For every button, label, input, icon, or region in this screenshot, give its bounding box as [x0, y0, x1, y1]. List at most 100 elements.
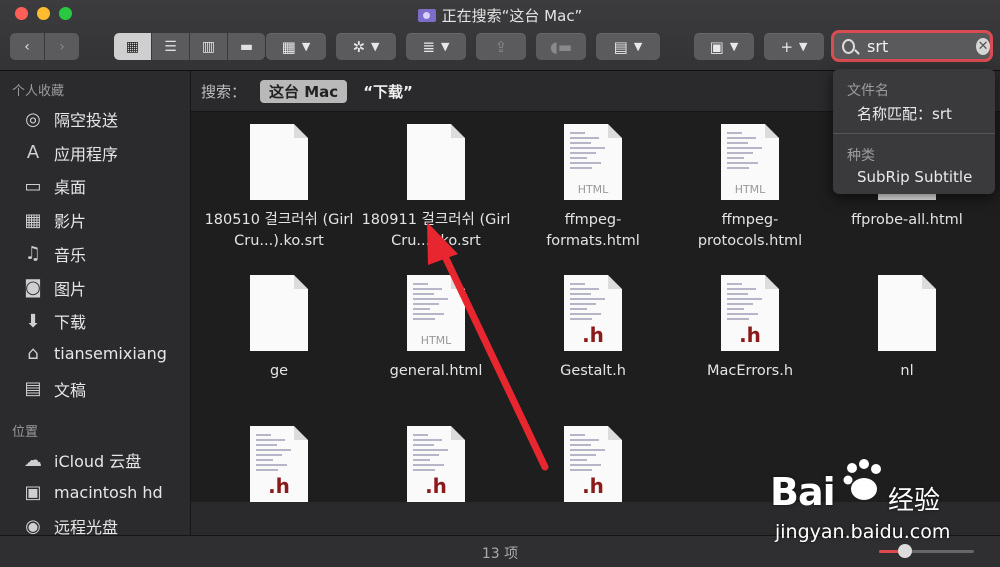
- html-file-icon: HTML: [564, 124, 622, 200]
- downloads-icon: ⬇: [25, 310, 41, 332]
- file-name: general.html: [389, 363, 483, 379]
- baidu-jingyan-text: 经验: [888, 486, 941, 516]
- add-button[interactable]: + ▼: [764, 33, 824, 60]
- file-item[interactable]: .h MacErrors.h: [675, 275, 825, 382]
- file-item[interactable]: .h: [361, 426, 511, 502]
- search-icon: [842, 38, 856, 54]
- sidebar-item-label: 影片: [54, 212, 87, 232]
- filename-section-header: 文件名: [847, 83, 889, 99]
- kind-suggestion[interactable]: SubRip Subtitle: [857, 168, 972, 186]
- header-file-icon: .h: [564, 275, 622, 351]
- file-item[interactable]: HTML ffmpeg-protocols.html: [675, 124, 825, 252]
- file-item[interactable]: .h: [204, 426, 354, 502]
- blank-file-icon: [407, 124, 465, 200]
- baidu-paw-icon: [843, 459, 881, 500]
- sidebar-item-desktop[interactable]: ▭ 桌面: [22, 174, 86, 198]
- sidebar-item-hard-disk[interactable]: ▣ macintosh hd: [22, 481, 162, 503]
- icloud-icon: ☁: [24, 449, 42, 471]
- sidebar-item-documents[interactable]: ▤ 文稿: [22, 377, 86, 401]
- blank-file-icon: [250, 275, 308, 351]
- sidebar-item-home[interactable]: ⌂ tiansemixiang: [22, 343, 167, 365]
- window-title: 正在搜索“这台 Mac”: [0, 5, 1000, 26]
- tag-icon: ◖▬: [549, 37, 573, 56]
- documents-icon: ▤: [24, 378, 42, 400]
- file-item[interactable]: .h Gestalt.h: [518, 275, 668, 382]
- sidebar-item-downloads[interactable]: ⬇ 下载: [22, 309, 86, 333]
- header-file-icon: .h: [407, 426, 465, 502]
- chevron-down-icon: ▼: [301, 40, 311, 53]
- back-button[interactable]: ‹: [10, 33, 45, 60]
- file-item[interactable]: HTML general.html: [361, 275, 511, 382]
- smart-folder-icon: [417, 9, 436, 22]
- file-item[interactable]: 180510 걸크러쉬 (Girl Cru...).ko.srt: [204, 124, 354, 252]
- blank-file-icon: [878, 275, 936, 351]
- chevron-down-icon: ▼: [441, 40, 450, 53]
- home-icon: ⌂: [27, 343, 39, 365]
- arrange-button[interactable]: ≣ ▼: [406, 33, 466, 60]
- path-button[interactable]: ▣ ▼: [694, 33, 754, 60]
- action-menu-button[interactable]: ✲ ▼: [336, 33, 396, 60]
- file-name: nl: [900, 363, 914, 379]
- forward-button[interactable]: ›: [45, 33, 79, 60]
- movies-icon: ▦: [24, 209, 42, 231]
- search-input[interactable]: [865, 35, 975, 57]
- file-item[interactable]: HTML ffmpeg-formats.html: [518, 124, 668, 252]
- clear-search-icon[interactable]: ✕: [976, 37, 990, 55]
- applications-icon: A: [26, 142, 40, 164]
- chevron-down-icon: ▼: [633, 40, 643, 53]
- popover-divider: [833, 133, 995, 134]
- title-bar: 正在搜索“这台 Mac” ‹ › ▦ ☰ ▥ ▬ ▦ ▼ ✲ ▼ ≣ ▼ ⇪ ◖▬ ▤…: [0, 0, 1000, 71]
- sidebar-item-label: tiansemixiang: [54, 344, 167, 364]
- chevron-down-icon: ▼: [799, 40, 808, 53]
- share-button[interactable]: ⇪: [476, 33, 526, 60]
- file-name: ffmpeg-protocols.html: [697, 212, 803, 249]
- scope-downloads-button[interactable]: “下载”: [363, 81, 413, 102]
- file-item[interactable]: ge: [204, 275, 354, 382]
- optical-disc-icon: ◉: [25, 515, 41, 537]
- tags-button[interactable]: ◖▬: [536, 33, 586, 60]
- view-mode-control: ▦ ☰ ▥ ▬: [114, 33, 265, 60]
- document-add-icon: ▤: [613, 37, 628, 56]
- file-name: 180911 걸크러쉬 (Girl Cru...).ko.srt: [361, 212, 511, 249]
- header-file-icon: .h: [721, 275, 779, 351]
- new-document-button[interactable]: ▤ ▼: [596, 33, 660, 60]
- chevron-down-icon: ▼: [371, 40, 380, 53]
- column-view-button[interactable]: ▥: [190, 33, 228, 60]
- blank-file-icon: [250, 124, 308, 200]
- back-forward-control: ‹ ›: [10, 33, 79, 60]
- file-name: Gestalt.h: [560, 363, 626, 379]
- file-item[interactable]: 180911 걸크러쉬 (Girl Cru...).ko.srt: [361, 124, 511, 252]
- icon-view-button[interactable]: ▦: [114, 33, 152, 60]
- file-item[interactable]: nl: [832, 275, 982, 382]
- header-file-icon: .h: [564, 426, 622, 502]
- scope-label: 搜索：: [201, 82, 247, 101]
- list-view-button[interactable]: ☰: [152, 33, 190, 60]
- baidu-url: jingyan.baidu.com: [775, 521, 951, 543]
- search-field[interactable]: ✕: [831, 30, 993, 62]
- file-type-badge: .h: [582, 474, 604, 498]
- file-name: MacErrors.h: [706, 363, 794, 379]
- sidebar-item-pictures[interactable]: ◙ 图片: [22, 276, 86, 300]
- sidebar-item-icloud[interactable]: ☁ iCloud 云盘: [22, 448, 141, 472]
- sidebar-item-label: 桌面: [54, 178, 87, 198]
- gallery-view-button[interactable]: ▬: [228, 33, 265, 60]
- sidebar-item-label: 下载: [54, 313, 87, 333]
- plus-icon: +: [780, 37, 794, 56]
- arrange-icon: ≣: [422, 37, 436, 56]
- gear-icon: ✲: [352, 37, 366, 56]
- sidebar-item-music[interactable]: ♫ 音乐: [22, 242, 86, 266]
- file-name: ffmpeg-formats.html: [546, 212, 640, 249]
- filename-suggestion[interactable]: 名称匹配：srt: [857, 103, 952, 124]
- sidebar-item-movies[interactable]: ▦ 影片: [22, 208, 86, 232]
- file-item[interactable]: .h: [518, 426, 668, 502]
- music-icon: ♫: [24, 243, 42, 265]
- sidebar-item-airdrop[interactable]: ◎ 隔空投送: [22, 107, 118, 131]
- disk-icon: ▣: [709, 37, 724, 56]
- group-by-button[interactable]: ▦ ▼: [266, 33, 326, 60]
- file-type-badge: HTML: [577, 183, 609, 196]
- sidebar-item-label: 音乐: [54, 245, 87, 265]
- scope-this-mac-button[interactable]: 这台 Mac: [260, 79, 348, 103]
- sidebar-item-applications[interactable]: A 应用程序: [22, 141, 118, 165]
- sidebar-item-label: iCloud 云盘: [54, 452, 142, 471]
- file-name: ffprobe-all.html: [851, 212, 963, 228]
